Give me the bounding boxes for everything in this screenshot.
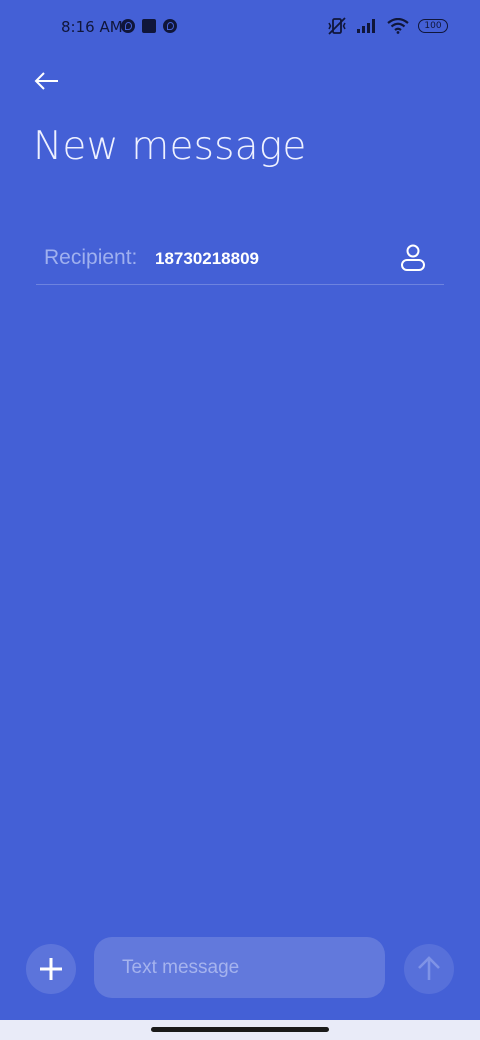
- message-input[interactable]: Text message: [94, 937, 385, 998]
- select-contact-button[interactable]: [397, 242, 429, 274]
- arrow-left-icon: [34, 72, 58, 90]
- status-time: 8:16 AM: [61, 18, 123, 36]
- battery-indicator: 100: [418, 19, 448, 33]
- send-button[interactable]: [404, 944, 454, 994]
- vibrate-off-icon: [328, 17, 346, 35]
- app-notification-icon-2: [163, 19, 177, 33]
- app-notification-icon: [121, 19, 135, 33]
- status-bar: 8:16 AM 100: [0, 0, 480, 56]
- plus-icon: [40, 958, 62, 980]
- wifi-icon: [387, 18, 409, 34]
- signal-icon: [357, 19, 375, 33]
- system-status-icons: 100: [327, 17, 448, 35]
- page-title: New message: [33, 124, 307, 169]
- home-indicator[interactable]: [151, 1027, 329, 1032]
- message-placeholder: Text message: [122, 957, 240, 978]
- back-button[interactable]: [32, 66, 62, 96]
- recipient-value[interactable]: 18730218809: [155, 249, 259, 269]
- notification-icons: [121, 19, 177, 33]
- recipient-field[interactable]: Recipient: 18730218809: [36, 232, 444, 285]
- recipient-label: Recipient:: [44, 246, 138, 269]
- navigation-bar: [0, 1020, 480, 1040]
- add-attachment-button[interactable]: [26, 944, 76, 994]
- person-icon: [401, 244, 425, 271]
- message-composer: Text message: [0, 930, 480, 1004]
- arrow-up-icon: [418, 956, 440, 980]
- square-notification-icon: [142, 19, 156, 33]
